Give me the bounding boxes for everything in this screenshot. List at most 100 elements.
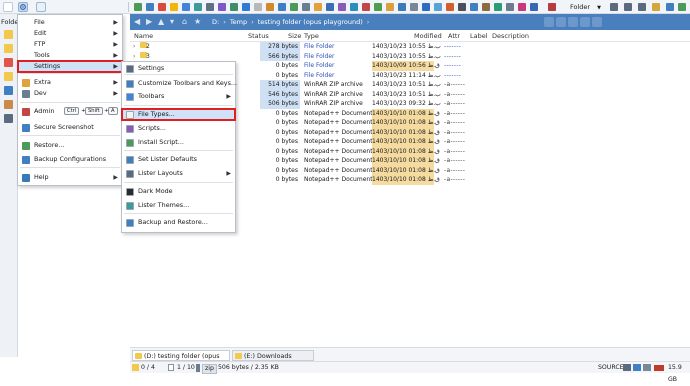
user-icon[interactable] [4,100,13,109]
menu-item-dark-mode[interactable]: Dark Mode [122,186,235,197]
home-icon[interactable]: ⌂ [182,17,187,27]
expand-arrow-icon[interactable]: › [133,52,135,62]
menu-item-file-types[interactable]: File Types... [121,108,236,121]
app-icon[interactable] [3,2,13,12]
cloud-icon[interactable] [434,3,442,11]
menu-item-restore[interactable]: Restore... [18,140,122,151]
breadcrumb[interactable]: D: › Temp › testing folder (opus playground)… [212,14,373,30]
folder-icon[interactable] [4,72,13,81]
drive-icon[interactable] [4,58,13,67]
tool-icon[interactable] [206,3,214,11]
menu-item-backup-configurations[interactable]: Backup Configurations [18,154,122,165]
network-icon[interactable] [422,3,430,11]
dual-pane-icon[interactable] [624,3,632,11]
box-icon[interactable] [482,3,490,11]
bell-icon[interactable] [652,3,660,11]
folder-tab-active[interactable]: (D:) testing folder (opus playgro [132,350,230,371]
menu-item-file[interactable]: File ▶ [18,17,122,28]
layout-icon[interactable] [568,17,578,27]
refresh-icon[interactable] [398,3,406,11]
menu-item-help[interactable]: Help ▶ [18,172,122,183]
menu-item-customize-toolbars-and-keys[interactable]: Customize Toolbars and Keys... [122,78,237,89]
help-icon[interactable] [678,3,686,11]
table-row[interactable]: › 3 566 bytes File Folder 1403/10/23 10:55 ب… [130,51,690,62]
tree-icon[interactable] [638,3,646,11]
heart-icon[interactable] [518,3,526,11]
user-icon[interactable] [666,3,674,11]
column-header-name[interactable]: Name [134,30,153,42]
pin-icon[interactable] [544,17,554,27]
column-header-description[interactable]: Description [492,30,529,42]
breadcrumb-item[interactable]: Temp [230,18,247,26]
up-arrow-icon[interactable]: ▲ [158,17,164,27]
pane-icon[interactable] [633,364,641,371]
pc-icon[interactable] [4,86,13,95]
preview-icon[interactable] [350,3,358,11]
star-icon[interactable]: ★ [194,17,201,27]
menu-item-install-script[interactable]: Install Script... [122,137,235,148]
history-icon[interactable]: ▾ [170,17,174,27]
menu-item-ftp[interactable]: FTP ▶ [18,39,122,50]
menu-item-lister-themes[interactable]: Lister Themes... [122,200,235,211]
settings-icon[interactable] [410,3,418,11]
delete-icon[interactable] [158,3,166,11]
menu-item-lister-layouts[interactable]: Lister Layouts ▶ [122,168,235,179]
zip-icon[interactable] [314,3,322,11]
layout-icon[interactable] [326,3,334,11]
menu-item-settings[interactable]: Settings [122,63,235,74]
column-header-attr[interactable]: Attr [448,30,460,42]
breadcrumb-item[interactable]: testing folder (opus playground) [258,18,363,26]
filter-icon[interactable] [446,3,454,11]
view-icon[interactable] [182,3,190,11]
folder-dropdown[interactable]: Folder ▼ [570,1,601,13]
menu-item-dev[interactable]: Dev ▶ [18,88,122,99]
folder-tab[interactable]: (E:) Downloads (Triage) [232,350,314,371]
close-icon[interactable] [556,17,566,27]
terminal-icon[interactable] [302,3,310,11]
star-icon[interactable] [386,3,394,11]
drive-icon[interactable] [4,114,13,123]
share-icon[interactable] [494,3,502,11]
sync-icon[interactable] [194,3,202,11]
script-icon[interactable] [338,3,346,11]
folder-icon[interactable] [4,30,13,39]
archive-icon[interactable] [230,3,238,11]
info-icon[interactable] [242,3,250,11]
breadcrumb-item[interactable]: D: [212,18,219,26]
print-icon[interactable] [506,3,514,11]
calendar-icon[interactable] [470,3,478,11]
column-header-status[interactable]: Status [248,30,269,42]
table-row[interactable]: › 2 278 bytes File Folder 1403/10/23 10:55 ب… [130,42,690,52]
menu-item-tools[interactable]: Tools ▶ [18,50,122,61]
new-folder-icon[interactable] [134,3,142,11]
menu-item-admin[interactable]: Admin Ctrl + Shift + A [18,106,122,117]
command-icon[interactable] [458,3,466,11]
column-header-modified[interactable]: Modified [414,30,442,42]
back-arrow-icon[interactable]: ◀ [134,17,140,27]
menu-item-edit[interactable]: Edit ▶ [18,28,122,39]
play-icon[interactable] [374,3,382,11]
lock-icon[interactable] [623,364,631,371]
menu-item-toolbars[interactable]: Toolbars ▶ [122,91,235,102]
menu-item-secure-screenshot[interactable]: Secure Screenshot [18,122,122,133]
expand-arrow-icon[interactable]: › [133,42,135,52]
search-icon[interactable] [278,3,286,11]
folder-icon[interactable] [170,3,178,11]
pane-icon[interactable] [610,3,618,11]
gear-menu-button[interactable] [18,2,28,12]
properties-icon[interactable] [254,3,262,11]
tag-icon[interactable] [218,3,226,11]
forward-arrow-icon[interactable]: ▶ [146,17,152,27]
view-mode-icon[interactable] [592,17,602,27]
rename-icon[interactable] [266,3,274,11]
column-header-size[interactable]: Size [288,30,301,42]
copy-icon[interactable] [146,3,154,11]
refresh-icon[interactable] [580,17,590,27]
stop-icon[interactable] [362,3,370,11]
column-header-label[interactable]: Label [470,30,488,42]
menu-item-extra[interactable]: Extra ▶ [18,77,122,88]
menu-item-backup-and-restore[interactable]: Backup and Restore... [122,217,235,228]
column-header-type[interactable]: Type [304,30,319,42]
menu-item-set-lister-defaults[interactable]: Set Lister Defaults [122,154,235,165]
menu-item-scripts[interactable]: Scripts... [122,123,235,134]
